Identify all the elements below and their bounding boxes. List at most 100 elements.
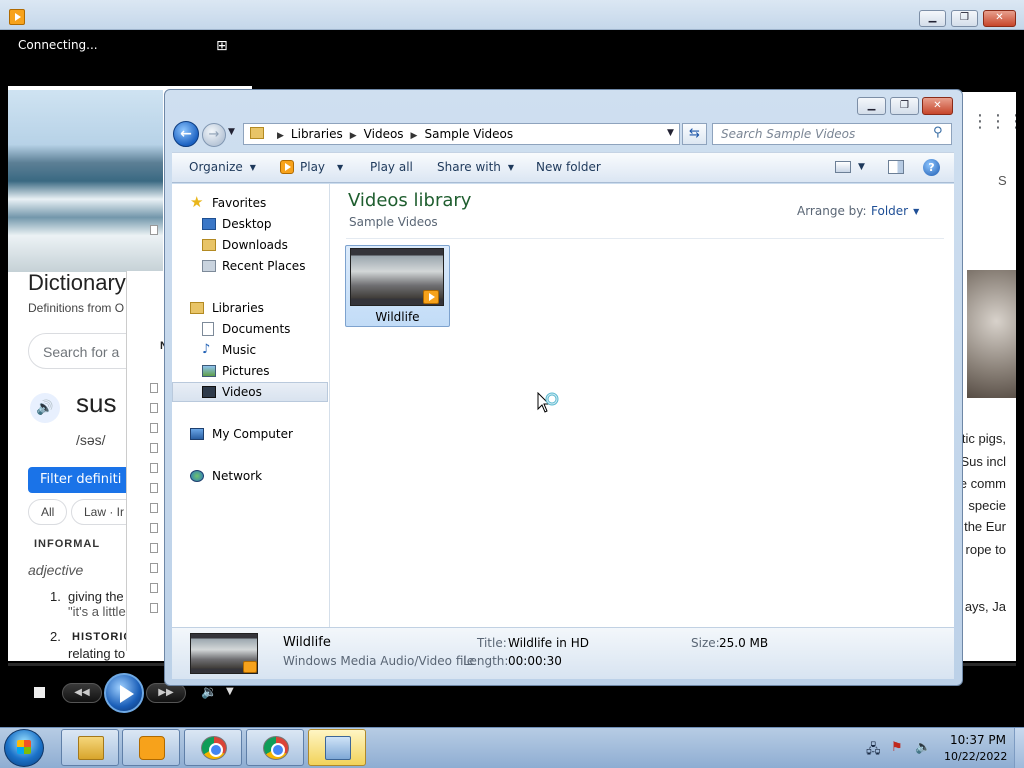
nav-downloads[interactable]: Downloads bbox=[172, 235, 328, 255]
list-checkbox[interactable] bbox=[150, 403, 158, 413]
speaker-icon[interactable]: 🔊 bbox=[30, 393, 60, 423]
back-button[interactable]: ← bbox=[173, 121, 199, 147]
chip-all[interactable]: All bbox=[28, 499, 68, 525]
nav-pictures-label: Pictures bbox=[222, 364, 270, 378]
left-list-panel bbox=[126, 271, 168, 651]
chevron-right-icon[interactable]: ▶ bbox=[350, 131, 357, 141]
forward-button[interactable]: → bbox=[202, 123, 226, 147]
details-length-label: Length: bbox=[463, 654, 509, 668]
list-checkbox[interactable] bbox=[150, 463, 158, 473]
def1-line1: giving the bbox=[68, 589, 124, 604]
taskbar-explorer-button[interactable] bbox=[61, 729, 119, 766]
details-title-value[interactable]: Wildlife in HD bbox=[508, 636, 589, 650]
play-label: Play bbox=[300, 160, 326, 174]
explorer-close-button[interactable]: ✕ bbox=[922, 97, 953, 115]
taskbar-chrome-button[interactable] bbox=[184, 729, 242, 766]
chevron-right-icon[interactable]: ▶ bbox=[277, 131, 284, 141]
details-length-value: 00:00:30 bbox=[508, 654, 562, 668]
nav-music[interactable]: ♪ Music bbox=[172, 340, 328, 360]
dictionary-title: Dictionary bbox=[28, 270, 126, 295]
list-checkbox[interactable] bbox=[150, 225, 158, 235]
list-checkbox[interactable] bbox=[150, 423, 158, 433]
volume-tray-icon[interactable]: 🔈 bbox=[915, 740, 931, 755]
start-button[interactable] bbox=[4, 729, 44, 767]
music-note-icon: ♪ bbox=[202, 342, 211, 357]
new-folder-button[interactable]: New folder bbox=[536, 160, 601, 174]
desktop-icon bbox=[202, 218, 216, 230]
list-checkbox[interactable] bbox=[150, 543, 158, 553]
action-center-flag-icon[interactable]: ⚑ bbox=[891, 740, 903, 755]
nav-documents-label: Documents bbox=[222, 322, 291, 336]
refresh-icon[interactable]: ⇆ bbox=[682, 123, 707, 145]
search-input[interactable]: Search Sample Videos bbox=[712, 123, 952, 145]
breadcrumb-sample-videos[interactable]: Sample Videos bbox=[424, 127, 513, 141]
taskbar-chrome-user-button[interactable] bbox=[246, 729, 304, 766]
view-options-dropdown-icon[interactable]: ▼ bbox=[858, 162, 865, 172]
search-icon[interactable]: ⚲ bbox=[933, 125, 943, 140]
clock-time[interactable]: 10:37 PM bbox=[950, 733, 1006, 747]
list-checkbox[interactable] bbox=[150, 523, 158, 533]
list-checkbox[interactable] bbox=[150, 383, 158, 393]
volume-icon[interactable]: 🔉 bbox=[201, 685, 217, 700]
volume-dropdown-icon[interactable]: ▼ bbox=[226, 686, 234, 697]
taskbar-wmp-button[interactable] bbox=[122, 729, 180, 766]
remote-desktop-icon bbox=[325, 736, 351, 760]
chevron-right-icon[interactable]: ▶ bbox=[411, 131, 418, 141]
details-file-type: Windows Media Audio/Video file bbox=[283, 654, 475, 668]
nav-recent-places[interactable]: Recent Places bbox=[172, 256, 328, 276]
nav-libraries[interactable]: Libraries bbox=[172, 298, 328, 318]
play-menu[interactable]: Play ▼ bbox=[280, 160, 343, 174]
list-checkbox[interactable] bbox=[150, 503, 158, 513]
wmp-close-button[interactable]: ✕ bbox=[983, 10, 1016, 27]
help-icon[interactable]: ? bbox=[923, 159, 940, 176]
address-bar[interactable]: ▶ Libraries ▶ Videos ▶ Sample Videos bbox=[243, 123, 680, 145]
dictionary-source: Definitions from O bbox=[28, 301, 125, 315]
videos-film-icon bbox=[202, 386, 216, 398]
play-button[interactable] bbox=[104, 673, 144, 713]
nav-pictures[interactable]: Pictures bbox=[172, 361, 328, 381]
chevron-down-icon: ▼ bbox=[337, 163, 344, 172]
change-view-icon[interactable] bbox=[835, 161, 851, 173]
wmp-minimize-button[interactable]: ▁ bbox=[919, 10, 946, 27]
list-checkbox[interactable] bbox=[150, 583, 158, 593]
organize-menu[interactable]: Organize ▼ bbox=[189, 160, 256, 174]
share-with-menu[interactable]: Share with ▼ bbox=[437, 160, 514, 174]
list-checkbox[interactable] bbox=[150, 603, 158, 613]
nav-desktop[interactable]: Desktop bbox=[172, 214, 328, 234]
list-checkbox[interactable] bbox=[150, 483, 158, 493]
clock-date[interactable]: 10/22/2022 bbox=[944, 750, 1007, 763]
taskbar-remote-desktop-button[interactable] bbox=[308, 729, 366, 766]
stop-button[interactable] bbox=[34, 687, 45, 698]
recent-pages-dropdown-icon[interactable]: ▼ bbox=[228, 127, 235, 137]
explorer-minimize-button[interactable]: ▁ bbox=[857, 97, 886, 115]
list-checkbox[interactable] bbox=[150, 443, 158, 453]
def2-line2: relating to bbox=[68, 646, 126, 661]
switch-to-library-icon[interactable]: ⊞ bbox=[216, 39, 234, 53]
nav-favorites[interactable]: ★ Favorites bbox=[172, 193, 328, 213]
def2-number: 2. bbox=[50, 629, 61, 644]
breadcrumb-videos[interactable]: Videos bbox=[364, 127, 404, 141]
nav-my-computer[interactable]: My Computer bbox=[172, 424, 328, 444]
chrome-icon bbox=[201, 736, 227, 760]
arrange-by-dropdown[interactable]: Folder ▼ bbox=[871, 204, 919, 218]
star-icon: ★ bbox=[190, 193, 204, 211]
breadcrumb-libraries[interactable]: Libraries bbox=[291, 127, 343, 141]
details-file-name: Wildlife bbox=[283, 635, 331, 650]
play-all-button[interactable]: Play all bbox=[370, 160, 413, 174]
show-desktop-button[interactable] bbox=[1014, 728, 1024, 768]
network-tray-icon[interactable]: 🖧 bbox=[866, 740, 881, 762]
apps-grid-icon[interactable]: ⋮⋮⋮ bbox=[971, 111, 1016, 132]
libraries-icon bbox=[190, 302, 204, 314]
wmp-maximize-button[interactable]: ❐ bbox=[951, 10, 978, 27]
nav-documents[interactable]: Documents bbox=[172, 319, 328, 339]
nav-videos[interactable]: Videos bbox=[172, 382, 328, 402]
next-button[interactable]: ▶▶ bbox=[146, 683, 186, 703]
nav-network[interactable]: Network bbox=[172, 466, 328, 486]
previous-button[interactable]: ◀◀ bbox=[62, 683, 102, 703]
explorer-maximize-button[interactable]: ❐ bbox=[890, 97, 919, 115]
details-title-label: Title: bbox=[477, 636, 507, 650]
list-checkbox[interactable] bbox=[150, 563, 158, 573]
address-dropdown-icon[interactable]: ▼ bbox=[667, 128, 674, 138]
headword: sus bbox=[76, 388, 117, 418]
preview-pane-icon[interactable] bbox=[888, 160, 904, 174]
